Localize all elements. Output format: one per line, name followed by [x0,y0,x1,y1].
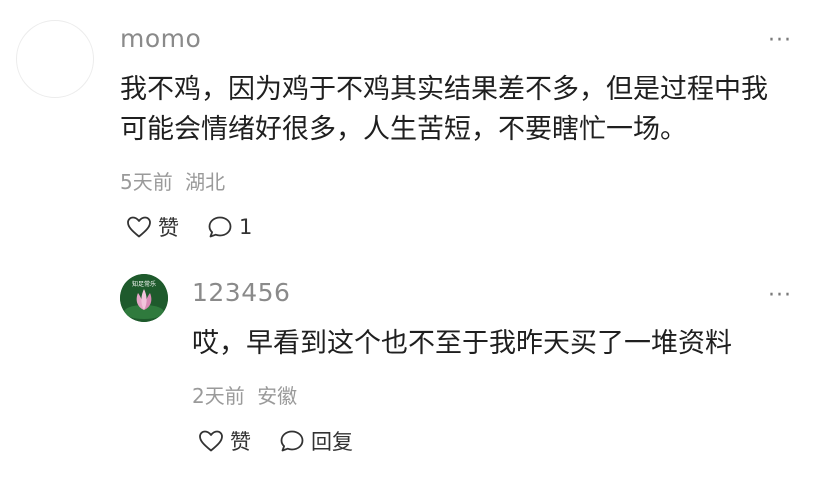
comment-count: 1 [239,215,253,239]
comment-button[interactable]: 1 [207,215,252,239]
comment-location: 湖北 [185,170,226,194]
heart-icon [198,429,224,453]
reply-like-button[interactable]: 赞 [198,426,251,456]
like-button[interactable]: 赞 [126,212,179,242]
more-options-icon[interactable]: ··· [768,30,792,52]
comment-text: 我不鸡，因为鸡于不鸡其实结果差不多，但是过程中我 可能会情绪好很多，人生苦短，不… [120,74,768,145]
heart-icon [126,215,152,239]
like-label: 赞 [158,216,179,240]
reply-username[interactable]: 123456 [192,278,290,307]
avatar[interactable] [16,20,94,98]
comment-bubble-icon [207,215,233,239]
reply-location: 安徽 [257,384,298,408]
comment-meta: 5天前 湖北 [120,166,225,195]
reply-label: 回复 [311,430,353,454]
reply-meta: 2天前 安徽 [192,380,297,409]
reply-avatar[interactable]: 知足常乐 [120,274,168,322]
avatar-text: 知足常乐 [132,280,156,288]
reply-actions: 赞 回复 [198,426,353,456]
reply-text: 哎，早看到这个也不至于我昨天买了一堆资料 [192,328,732,359]
reply-more-options-icon[interactable]: ··· [768,285,792,307]
comment-actions: 赞 1 [126,212,252,242]
comment-time: 5天前 [120,170,173,194]
comment-bubble-icon [279,429,305,453]
reply-time: 2天前 [192,384,245,408]
reply-button[interactable]: 回复 [279,426,353,456]
username[interactable]: momo [120,24,201,53]
like-label: 赞 [230,430,251,454]
